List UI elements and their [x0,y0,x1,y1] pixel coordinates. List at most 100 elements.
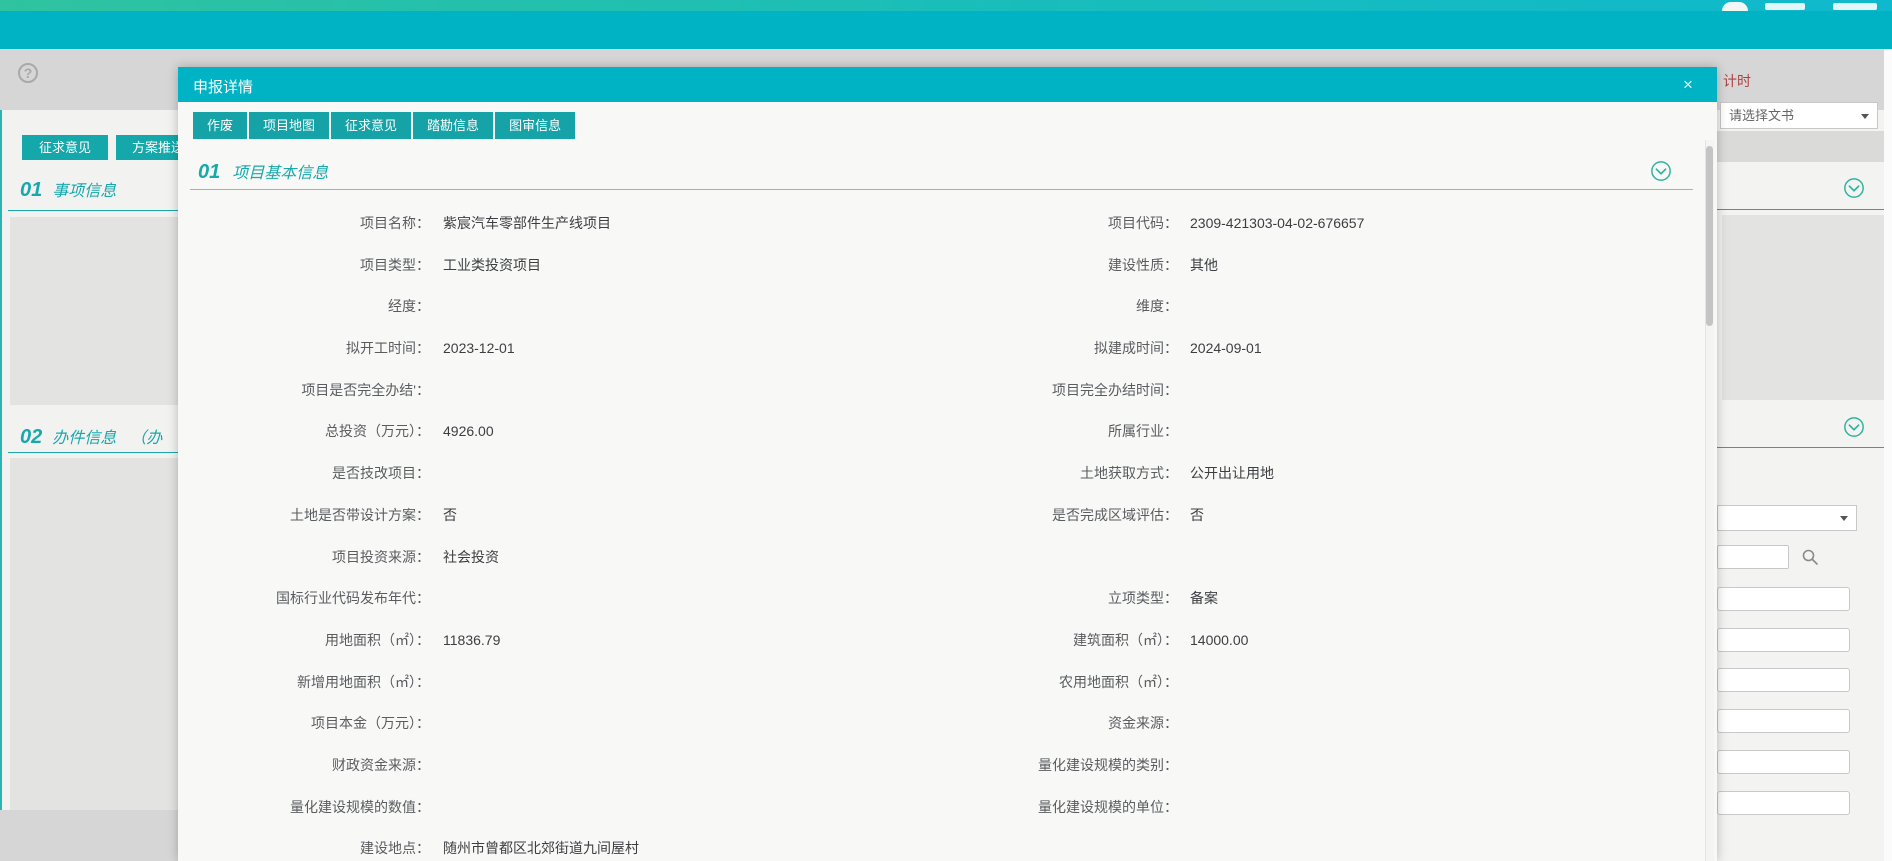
field-label: 量化建设规模的数值： [188,787,430,829]
form-input[interactable] [1717,668,1850,692]
form-row: 用地面积（㎡）： 11836.79 建筑面积（㎡）： 14000.00 [178,620,1717,662]
right-section-underline [1717,209,1884,210]
modal-tab[interactable]: 项目地图 [249,112,329,139]
search-icon[interactable] [1801,548,1819,566]
field-label: 土地获取方式： [898,453,1178,495]
field-value [443,787,873,829]
modal-tab[interactable]: 作废 [193,112,247,139]
section-underline [8,452,178,453]
modal-scrollbar-thumb[interactable] [1706,146,1713,326]
field-label: 拟建成时间： [898,328,1178,370]
field-value: 14000.00 [1190,620,1620,662]
field-value [1190,745,1620,787]
field-label: 拟开工时间： [188,328,430,370]
form-input[interactable] [1717,709,1850,733]
modal-title: 申报详情 [193,76,253,97]
collapse-chevron-icon[interactable] [1843,416,1865,438]
form-input[interactable] [1717,791,1850,815]
field-value [1190,828,1620,861]
right-section-placeholder [1722,215,1884,400]
solicit-opinions-button[interactable]: 征求意见 [22,135,108,160]
declaration-detail-modal: 申报详情 × 作废 项目地图 征求意见 踏勘信息 图审信息 01 项目基本信息 项… [178,67,1717,861]
field-label: 农用地面积（㎡）： [898,662,1178,704]
form-row: 土地是否带设计方案： 否 是否完成区域评估： 否 [178,495,1717,537]
field-value [1190,787,1620,829]
field-label: 项目本金（万元）： [188,703,430,745]
modal-tab[interactable]: 征求意见 [331,112,411,139]
form-row: 项目本金（万元）： 资金来源： [178,703,1717,745]
field-label: 资金来源： [898,703,1178,745]
modal-close-icon[interactable]: × [1677,74,1699,96]
modal-tab[interactable]: 踏勘信息 [413,112,493,139]
field-value: 紫宸汽车零部件生产线项目 [443,203,873,245]
section-number: 01 [198,161,220,183]
field-value: 2024-09-01 [1190,328,1620,370]
section-underline [8,210,178,211]
field-label [898,828,1178,861]
form-row: 项目投资来源： 社会投资 [178,537,1717,579]
field-value [443,370,873,412]
section-case-info: 02办件信息（办 [20,424,162,449]
field-value [1190,370,1620,412]
field-label: 是否完成区域评估： [898,495,1178,537]
field-label: 总投资（万元）： [188,411,430,453]
field-value: 备案 [1190,578,1620,620]
field-label: 所属行业： [898,411,1178,453]
right-panel-band [1717,131,1884,162]
field-value [443,578,873,620]
field-label: 新增用地面积（㎡）： [188,662,430,704]
section-underline [190,189,1693,190]
field-label: 量化建设规模的类别： [898,745,1178,787]
field-label: 立项类型： [898,578,1178,620]
form-row: 项目是否完全办结'： 项目完全办结时间： [178,370,1717,412]
field-value [1190,286,1620,328]
section-matter-info: 01事项信息 [20,177,116,202]
section-title: 项目基本信息 [232,165,328,182]
field-value: 工业类投资项目 [443,245,873,287]
field-value: 随州市曾都区北郊街道九间屋村 [443,828,873,861]
page-scrollbar-track[interactable] [1884,49,1892,861]
search-input[interactable] [1717,545,1789,569]
field-label [898,537,1178,579]
collapse-chevron-icon[interactable] [1843,177,1865,199]
field-value: 否 [443,495,873,537]
field-value [1190,411,1620,453]
form-row: 国标行业代码发布年代： 立项类型： 备案 [178,578,1717,620]
left-panel-border [0,110,2,810]
modal-tab[interactable]: 图审信息 [495,112,575,139]
field-label: 项目是否完全办结'： [188,370,430,412]
field-label: 维度： [898,286,1178,328]
field-label: 建筑面积（㎡）： [898,620,1178,662]
form-row: 量化建设规模的数值： 量化建设规模的单位： [178,787,1717,829]
caret-down-icon [1840,516,1848,521]
field-value: 2309-421303-04-02-676657 [1190,203,1620,245]
field-value: 社会投资 [443,537,873,579]
help-icon[interactable]: ? [18,63,38,83]
field-label: 财政资金来源： [188,745,430,787]
right-section-underline [1717,447,1884,448]
collapse-chevron-icon[interactable] [1650,160,1672,182]
top-gradient-bar [0,0,1892,11]
section-number: 02 [20,426,42,448]
section-title: 事项信息 [52,183,116,200]
field-label: 国标行业代码发布年代： [188,578,430,620]
field-label: 项目投资来源： [188,537,430,579]
form-row: 拟开工时间： 2023-12-01 拟建成时间： 2024-09-01 [178,328,1717,370]
form-input[interactable] [1717,750,1850,774]
field-value [1190,662,1620,704]
project-info-form: 项目名称： 紫宸汽车零部件生产线项目 项目代码： 2309-421303-04-… [178,203,1717,861]
form-row: 新增用地面积（㎡）： 农用地面积（㎡）： [178,662,1717,704]
field-value [443,745,873,787]
section-title-suffix: （办 [130,430,162,447]
document-select[interactable]: 请选择文书 [1720,102,1878,129]
right-form-select[interactable] [1717,505,1857,531]
form-input[interactable] [1717,587,1850,611]
project-basic-info-header: 01 项目基本信息 [198,159,328,184]
modal-tabs: 作废 项目地图 征求意见 踏勘信息 图审信息 [193,112,575,139]
form-row: 总投资（万元）： 4926.00 所属行业： [178,411,1717,453]
field-label: 经度： [188,286,430,328]
field-value [443,286,873,328]
field-value: 其他 [1190,245,1620,287]
field-value: 4926.00 [443,411,873,453]
form-input[interactable] [1717,628,1850,652]
